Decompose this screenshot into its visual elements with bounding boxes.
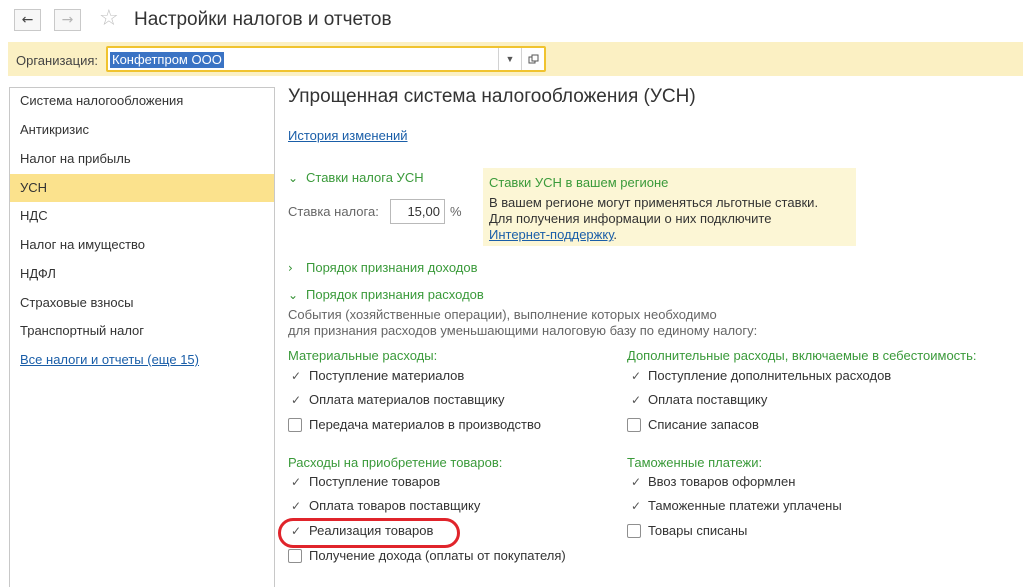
sidebar-item-usn[interactable]: УСН <box>10 174 274 202</box>
checkmark-icon[interactable]: ✓ <box>631 393 641 407</box>
material-receipt-label[interactable]: Поступление материалов <box>309 368 464 383</box>
goods-writeoff-label[interactable]: Товары списаны <box>648 523 747 538</box>
income-section-header[interactable]: › Порядок признания доходов <box>288 260 478 275</box>
rate-unit: % <box>450 204 462 219</box>
customs-paid-label[interactable]: Таможенные платежи уплачены <box>648 498 842 513</box>
expense-section-header[interactable]: ⌄ Порядок признания расходов <box>288 287 484 302</box>
sidebar-item-insurance[interactable]: Страховые взносы <box>10 289 274 317</box>
sidebar-item-anticrisis[interactable]: Антикризис <box>10 116 274 144</box>
rates-section-header[interactable]: ⌄ Ставки налога УСН <box>288 170 424 185</box>
goods-expenses-title: Расходы на приобретение товаров: <box>288 455 503 470</box>
checkmark-icon[interactable]: ✓ <box>291 369 301 383</box>
sidebar-item-profit-tax[interactable]: Налог на прибыль <box>10 145 274 173</box>
sidebar-item-ndfl[interactable]: НДФЛ <box>10 260 274 288</box>
arrow-left-icon: ← <box>21 12 34 28</box>
history-link[interactable]: История изменений <box>288 128 408 143</box>
notice-line1: В вашем регионе могут применяться льготн… <box>489 195 819 210</box>
organization-label: Организация: <box>16 53 99 68</box>
supplier-payment-label[interactable]: Оплата поставщику <box>648 392 767 407</box>
chevron-down-icon: ⌄ <box>288 288 299 302</box>
additional-receipt-label[interactable]: Поступление дополнительных расходов <box>648 368 891 383</box>
goods-receipt-label[interactable]: Поступление товаров <box>309 474 440 489</box>
expense-description-line1: События (хозяйственные операции), выполн… <box>288 307 717 322</box>
checkmark-icon[interactable]: ✓ <box>631 499 641 513</box>
material-payment-label[interactable]: Оплата материалов поставщику <box>309 392 504 407</box>
income-receipt-label[interactable]: Получение дохода (оплаты от покупателя) <box>309 548 566 563</box>
notice-title: Ставки УСН в вашем регионе <box>489 175 669 190</box>
income-receipt-checkbox[interactable] <box>288 549 302 563</box>
customs-title: Таможенные платежи: <box>627 455 763 470</box>
sidebar-item-tax-system[interactable]: Система налогообложения <box>10 87 274 115</box>
window-title: Настройки налогов и отчетов <box>134 9 392 30</box>
forward-button[interactable]: → <box>54 9 81 31</box>
open-window-icon <box>528 54 538 63</box>
checkmark-icon[interactable]: ✓ <box>291 475 301 489</box>
inventory-writeoff-label[interactable]: Списание запасов <box>648 417 759 432</box>
expense-description-line2: для признания расходов уменьшающими нало… <box>288 323 758 338</box>
highlight-oval <box>278 518 460 548</box>
checkmark-icon[interactable]: ✓ <box>291 499 301 513</box>
favorite-star-icon[interactable]: ☆ <box>99 7 119 31</box>
material-expenses-title: Материальные расходы: <box>288 348 438 363</box>
notice-line2: Для получения информации о них подключит… <box>489 211 772 226</box>
rate-input[interactable]: 15,00 <box>390 199 445 224</box>
notice-line3: Интернет-поддержку. <box>489 227 618 242</box>
sidebar-item-property-tax[interactable]: Налог на имущество <box>10 231 274 259</box>
goods-payment-label[interactable]: Оплата товаров поставщику <box>309 498 480 513</box>
back-button[interactable]: ← <box>14 9 41 31</box>
goods-import-label[interactable]: Ввоз товаров оформлен <box>648 474 795 489</box>
additional-expenses-title: Дополнительные расходы, включаемые в себ… <box>627 348 977 363</box>
chevron-down-icon: ⌄ <box>288 171 299 185</box>
internet-support-link[interactable]: Интернет-поддержку <box>489 227 613 242</box>
checkmark-icon[interactable]: ✓ <box>631 369 641 383</box>
inventory-writeoff-checkbox[interactable] <box>627 418 641 432</box>
page-title: Упрощенная система налогообложения (УСН) <box>288 86 696 107</box>
organization-open-button[interactable] <box>521 48 544 70</box>
chevron-right-icon: › <box>288 261 293 275</box>
sidebar-item-vat[interactable]: НДС <box>10 202 274 230</box>
checkmark-icon[interactable]: ✓ <box>631 475 641 489</box>
all-taxes-link[interactable]: Все налоги и отчеты (еще 15) <box>10 346 274 374</box>
sidebar-item-transport-tax[interactable]: Транспортный налог <box>10 317 274 345</box>
organization-dropdown-button[interactable]: ▼ <box>498 48 521 70</box>
checkmark-icon[interactable]: ✓ <box>291 393 301 407</box>
material-transfer-label[interactable]: Передача материалов в производство <box>309 417 541 432</box>
goods-writeoff-checkbox[interactable] <box>627 524 641 538</box>
caret-down-icon: ▼ <box>505 54 515 64</box>
organization-value[interactable]: Конфетпром ООО <box>110 52 224 68</box>
rate-label: Ставка налога: <box>288 204 379 219</box>
arrow-right-icon: → <box>61 12 74 28</box>
material-transfer-checkbox[interactable] <box>288 418 302 432</box>
